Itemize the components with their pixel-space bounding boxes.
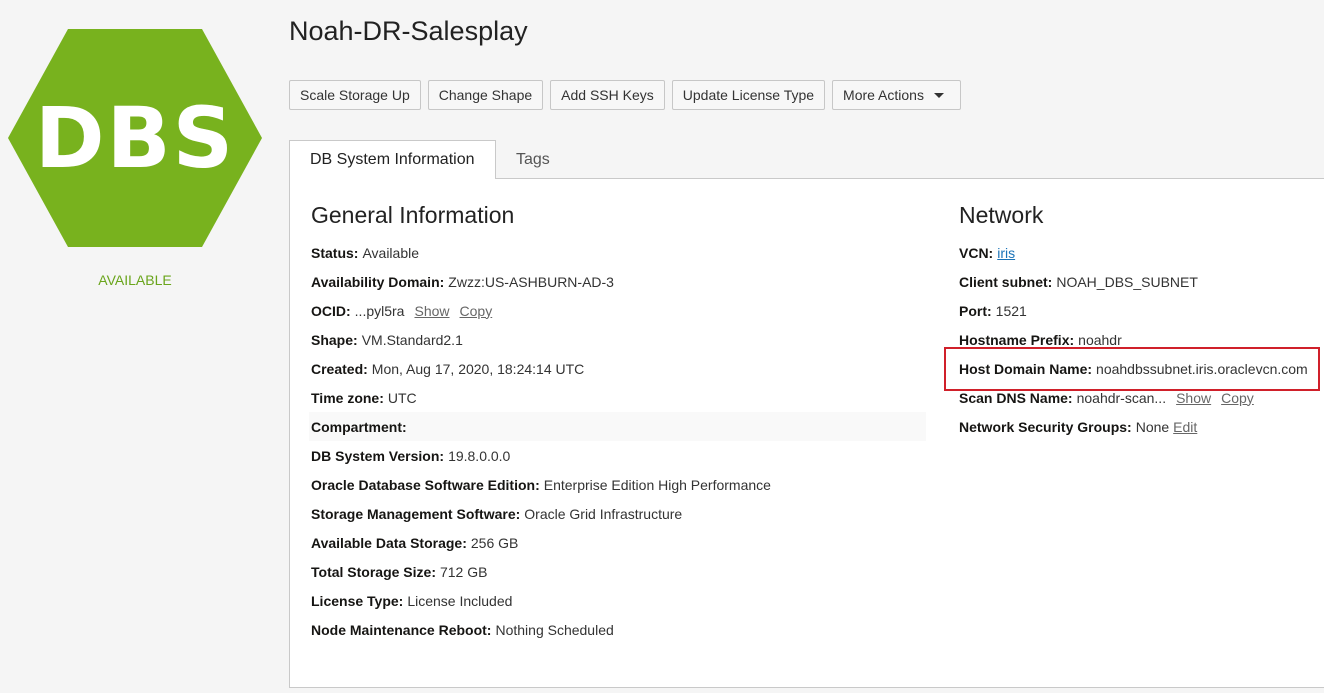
created-row: Created: Mon, Aug 17, 2020, 18:24:14 UTC — [311, 354, 926, 383]
status-value: Available — [362, 244, 420, 261]
tab-tags[interactable]: Tags — [496, 140, 570, 179]
total-storage-size-value: 712 GB — [439, 563, 488, 580]
hostname-prefix-label: Hostname Prefix: — [959, 331, 1075, 348]
caret-down-icon — [933, 92, 944, 98]
shape-value: VM.Standard2.1 — [361, 331, 463, 348]
scan-dns-name-row: Scan DNS Name: noahdr-scan... Show Copy — [959, 383, 1308, 412]
license-type-label: License Type: — [311, 592, 404, 609]
port-row: Port: 1521 — [959, 296, 1308, 325]
update-license-type-button[interactable]: Update License Type — [671, 80, 826, 110]
tab-db-system-information[interactable]: DB System Information — [289, 140, 496, 180]
availability-domain-row: Availability Domain: Zwzz:US-ASHBURN-AD-3 — [311, 267, 926, 296]
shape-row: Shape: VM.Standard2.1 — [311, 325, 926, 354]
client-subnet-row: Client subnet: NOAH_DBS_SUBNET — [959, 267, 1308, 296]
available-data-storage-value: 256 GB — [470, 534, 519, 551]
time-zone-value: UTC — [387, 389, 417, 406]
host-domain-name-row: Host Domain Name: noahdbssubnet.iris.orac… — [959, 354, 1308, 383]
general-information-heading: General Information — [311, 202, 515, 228]
client-subnet-label: Client subnet: — [959, 273, 1053, 290]
more-actions-label: More Actions — [843, 87, 924, 103]
ocid-copy-link[interactable]: Copy — [460, 303, 493, 319]
port-label: Port: — [959, 302, 992, 319]
node-maintenance-reboot-label: Node Maintenance Reboot: — [311, 621, 492, 638]
created-value: Mon, Aug 17, 2020, 18:24:14 UTC — [371, 360, 585, 377]
availability-domain-label: Availability Domain: — [311, 273, 445, 290]
ocid-label: OCID: — [311, 302, 351, 319]
add-ssh-keys-label: Add SSH Keys — [561, 87, 654, 103]
action-toolbar: Scale Storage Up Change Shape Add SSH Ke… — [289, 80, 962, 110]
host-domain-name-value: noahdbssubnet.iris.oraclevcn.com — [1096, 360, 1308, 377]
status-row: Status: Available — [311, 238, 926, 267]
tab-db-system-information-label: DB System Information — [310, 151, 475, 168]
storage-management-row: Storage Management Software: Oracle Grid … — [311, 499, 926, 528]
available-data-storage-label: Available Data Storage: — [311, 534, 467, 551]
dbs-icon-text: DBS — [34, 89, 236, 187]
change-shape-label: Change Shape — [438, 87, 533, 103]
db-system-version-label: DB System Version: — [311, 447, 445, 464]
availability-domain-value: Zwzz:US-ASHBURN-AD-3 — [448, 273, 614, 290]
general-information-list: Status: Available Availability Domain: Zwz… — [309, 238, 926, 644]
status-label: Status: — [311, 244, 359, 261]
page-title: Noah-DR-Salesplay — [289, 16, 528, 46]
network-heading: Network — [959, 202, 1044, 228]
vcn-label: VCN: — [959, 244, 994, 261]
host-domain-name-label: Host Domain Name: — [959, 360, 1093, 377]
shape-label: Shape: — [311, 331, 358, 348]
time-zone-label: Time zone: — [311, 389, 384, 406]
software-edition-label: Oracle Database Software Edition: — [311, 476, 540, 493]
network-security-groups-row: Network Security Groups: None Edit — [959, 412, 1308, 441]
lifecycle-state: AVAILABLE — [98, 272, 172, 288]
compartment-label: Compartment: — [311, 418, 407, 435]
resource-summary: DBS AVAILABLE — [0, 0, 270, 693]
node-maintenance-reboot-value: Nothing Scheduled — [495, 621, 614, 638]
license-type-row: License Type: License Included — [311, 586, 926, 615]
more-actions-button[interactable]: More Actions — [832, 80, 962, 110]
license-type-value: License Included — [407, 592, 513, 609]
scale-storage-up-label: Scale Storage Up — [300, 87, 410, 103]
scan-copy-link[interactable]: Copy — [1221, 390, 1254, 406]
software-edition-value: Enterprise Edition High Performance — [543, 476, 771, 493]
scan-dns-name-value: noahdr-scan... — [1076, 389, 1167, 406]
ocid-value: ...pyl5ra — [354, 302, 405, 319]
vcn-row: VCN: iris — [959, 238, 1308, 267]
available-data-storage-row: Available Data Storage: 256 GB — [311, 528, 926, 557]
storage-management-label: Storage Management Software: — [311, 505, 521, 522]
scan-show-link[interactable]: Show — [1176, 390, 1211, 406]
info-panel: General Information Status: Available Ava… — [289, 179, 1324, 688]
total-storage-size-row: Total Storage Size: 712 GB — [311, 557, 926, 586]
client-subnet-value: NOAH_DBS_SUBNET — [1056, 273, 1198, 290]
scale-storage-up-button[interactable]: Scale Storage Up — [289, 80, 421, 110]
created-label: Created: — [311, 360, 368, 377]
network-security-groups-label: Network Security Groups: — [959, 418, 1132, 435]
network-list: VCN: iris Client subnet: NOAH_DBS_SUBNET P… — [959, 238, 1308, 441]
port-value: 1521 — [995, 302, 1027, 319]
scan-dns-name-label: Scan DNS Name: — [959, 389, 1073, 406]
db-system-version-row: DB System Version: 19.8.0.0.0 — [311, 441, 926, 470]
tab-tags-label: Tags — [516, 150, 550, 168]
software-edition-row: Oracle Database Software Edition: Enterpr… — [311, 470, 926, 499]
add-ssh-keys-button[interactable]: Add SSH Keys — [550, 80, 665, 110]
storage-management-value: Oracle Grid Infrastructure — [524, 505, 683, 522]
ocid-show-link[interactable]: Show — [414, 303, 449, 319]
time-zone-row: Time zone: UTC — [311, 383, 926, 412]
update-license-type-label: Update License Type — [682, 87, 815, 103]
network-security-groups-value: None — [1135, 418, 1170, 435]
dbs-hexagon-icon: DBS — [8, 29, 262, 247]
db-system-version-value: 19.8.0.0.0 — [448, 447, 511, 464]
compartment-row: Compartment: — [309, 412, 926, 441]
ocid-row: OCID: ...pyl5ra Show Copy — [311, 296, 926, 325]
change-shape-button[interactable]: Change Shape — [427, 80, 544, 110]
nsg-edit-link[interactable]: Edit — [1173, 419, 1197, 435]
total-storage-size-label: Total Storage Size: — [311, 563, 436, 580]
hostname-prefix-value: noahdr — [1078, 331, 1122, 348]
hostname-prefix-row: Hostname Prefix: noahdr — [959, 325, 1308, 354]
tab-bar: DB System Information Tags — [289, 140, 1324, 180]
vcn-link[interactable]: iris — [997, 245, 1015, 261]
node-maintenance-reboot-row: Node Maintenance Reboot: Nothing Schedule… — [311, 615, 926, 644]
